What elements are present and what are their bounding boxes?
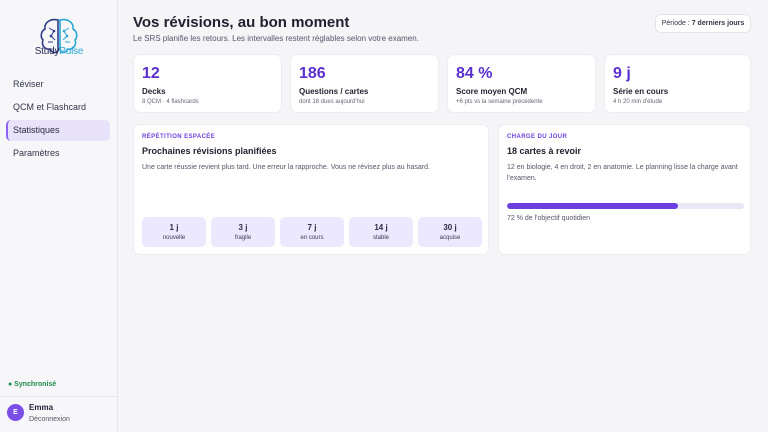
kpi-sub: 4 h 20 min d'étude <box>613 99 663 105</box>
sidebar-item-parametres[interactable]: Paramètres <box>6 143 110 164</box>
kpi-value: 186 <box>299 65 326 82</box>
sidebar-item-statistiques[interactable]: Statistiques <box>6 120 110 141</box>
avatar[interactable]: E <box>7 404 24 421</box>
card-title: Prochaines révisions planifiées <box>142 146 277 156</box>
interval-step: 14 j stable <box>349 217 413 247</box>
step-days: 3 j <box>238 223 248 232</box>
kpi-value: 9 j <box>613 65 631 82</box>
sidebar-nav: Réviser QCM et Flashcard Statistiques Pa… <box>6 74 110 166</box>
sidebar-item-reviser[interactable]: Réviser <box>6 74 110 95</box>
step-days: 1 j <box>169 223 179 232</box>
step-label: nouvelle <box>162 235 186 241</box>
kpi-card-questions: 186 Questions / cartes dont 18 dues aujo… <box>290 54 439 113</box>
logout-link[interactable]: Déconnexion <box>29 416 70 423</box>
kpi-value: 84 % <box>456 65 493 82</box>
card-eyebrow: RÉPÉTITION ESPACÉE <box>142 134 216 140</box>
sync-status: ● Synchronisé <box>8 381 57 388</box>
interval-step: 30 j acquise <box>418 217 482 247</box>
step-days: 7 j <box>307 223 317 232</box>
spaced-repetition-card: RÉPÉTITION ESPACÉE Prochaines révisions … <box>133 124 489 255</box>
step-label: acquise <box>439 235 461 241</box>
step-label: stable <box>372 235 389 241</box>
kpi-label: Score moyen QCM <box>456 87 528 96</box>
app-name-pulse: Pulse <box>59 46 84 57</box>
sidebar: StudyPulse Réviser QCM et Flashcard Stat… <box>0 0 118 432</box>
sidebar-item-qcm-flashcard[interactable]: QCM et Flashcard <box>6 97 110 118</box>
card-text: 12 en biologie, 4 en droit, 2 en anatomi… <box>507 164 738 182</box>
step-label: en cours <box>300 235 324 241</box>
period-label: Période : <box>661 20 692 27</box>
app-name: StudyPulse <box>0 46 118 57</box>
step-days: 14 j <box>374 223 388 232</box>
interval-step: 1 j nouvelle <box>142 217 206 247</box>
card-title: 18 cartes à revoir <box>507 146 582 156</box>
user-name: Emma <box>29 403 54 412</box>
page-subtitle: Le SRS planifie les retours. Les interva… <box>133 34 419 43</box>
kpi-label: Decks <box>142 87 166 96</box>
daily-goal-progress <box>507 203 744 209</box>
kpi-label: Série en cours <box>613 87 669 96</box>
card-text: Une carte réussie revient plus tard. Une… <box>142 164 430 171</box>
daily-load-card: CHARGE DU JOUR 18 cartes à revoir 12 en … <box>498 124 751 255</box>
kpi-sub: 8 QCM · 4 flashcards <box>142 99 199 105</box>
kpi-card-score: 84 % Score moyen QCM +6 pts vs la semain… <box>447 54 596 113</box>
interval-step: 3 j fragile <box>211 217 275 247</box>
period-selector[interactable]: Période : 7 derniers jours <box>655 14 751 33</box>
kpi-sub: dont 18 dues aujourd'hui <box>299 99 365 105</box>
daily-goal-progress-fill <box>507 203 678 209</box>
kpi-card-streak: 9 j Série en cours 4 h 20 min d'étude <box>604 54 751 113</box>
page-title: Vos révisions, au bon moment <box>133 14 350 31</box>
daily-goal-caption: 72 % de l'objectif quotidien <box>507 215 591 222</box>
period-value: 7 derniers jours <box>691 20 745 27</box>
step-days: 30 j <box>443 223 457 232</box>
step-label: fragile <box>234 235 252 241</box>
card-eyebrow: CHARGE DU JOUR <box>507 134 568 140</box>
interval-step: 7 j en cours <box>280 217 344 247</box>
user-divider <box>0 396 118 397</box>
app-name-study: Study <box>34 46 60 57</box>
kpi-card-decks: 12 Decks 8 QCM · 4 flashcards <box>133 54 282 113</box>
kpi-sub: +6 pts vs la semaine précédente <box>456 99 543 105</box>
kpi-value: 12 <box>142 65 160 82</box>
kpi-label: Questions / cartes <box>299 87 369 96</box>
